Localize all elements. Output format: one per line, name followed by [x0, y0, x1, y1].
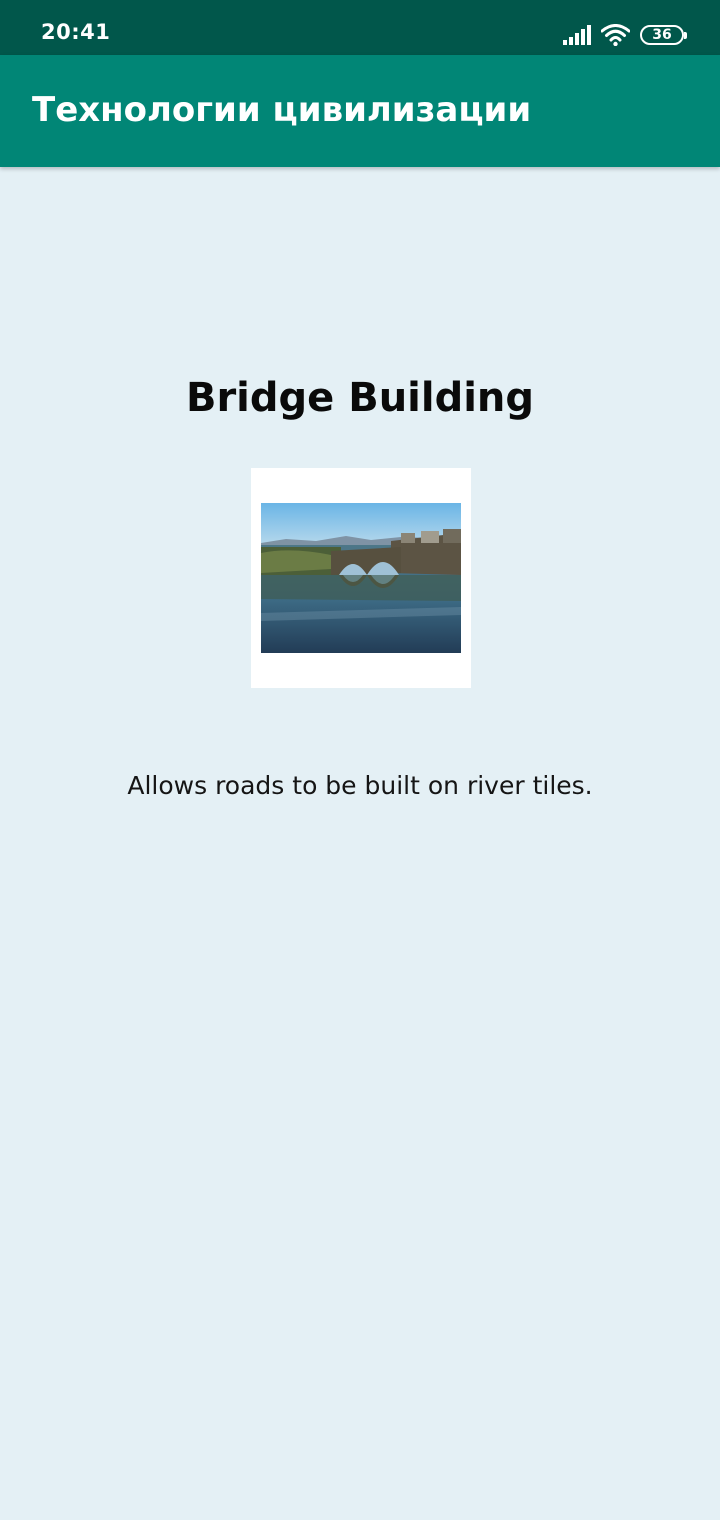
- technology-detail: Bridge Building Allows roads to be built…: [0, 167, 720, 1520]
- status-bar: 20:41 36: [0, 0, 720, 55]
- status-time: 20:41: [41, 20, 111, 44]
- battery-level: 36: [652, 27, 672, 43]
- signal-icon: [563, 25, 591, 45]
- technology-title: Bridge Building: [185, 375, 535, 421]
- battery-icon: 36: [640, 25, 687, 45]
- status-icons: 36: [563, 22, 687, 48]
- technology-image-card: [251, 468, 471, 688]
- bridge-photo: [261, 503, 461, 653]
- wifi-icon: [601, 24, 630, 46]
- app-title: Технологии цивилизации: [32, 90, 532, 130]
- technology-description: Allows roads to be built on river tiles.: [127, 771, 593, 800]
- app-bar: Технологии цивилизации: [0, 55, 720, 167]
